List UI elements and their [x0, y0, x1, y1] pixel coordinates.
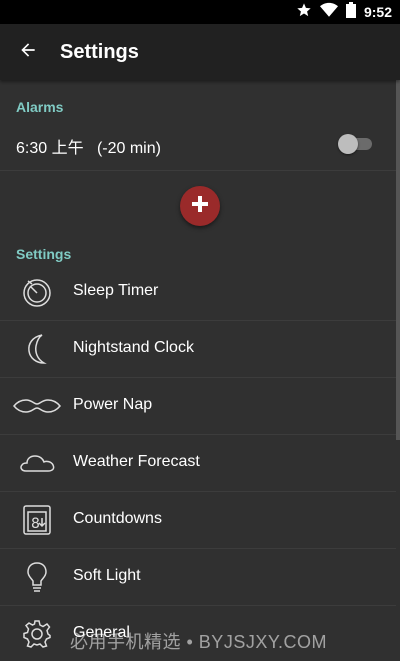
- setting-item-countdowns[interactable]: 8 Countdowns: [0, 492, 396, 549]
- plus-icon: [191, 195, 209, 218]
- setting-item-power-nap[interactable]: Power Nap: [0, 378, 396, 435]
- svg-text:8: 8: [31, 516, 40, 532]
- status-bar: 9:52: [0, 0, 400, 24]
- alarm-offset: (-20 min): [96, 140, 161, 157]
- alarm-label: 6:30 上午 (-20 min): [16, 134, 161, 158]
- alarms-section-header: Alarms: [16, 99, 64, 115]
- status-time: 9:52: [363, 4, 392, 20]
- sleep-timer-icon: [12, 272, 62, 312]
- setting-item-sleep-timer[interactable]: Sleep Timer: [0, 264, 396, 321]
- alarm-row[interactable]: 6:30 上午 (-20 min): [0, 118, 396, 171]
- page-title: Settings: [60, 41, 139, 63]
- sleep-mask-icon: [12, 386, 62, 426]
- settings-content: Alarms 6:30 上午 (-20 min) Settings Sleep …: [0, 80, 400, 661]
- add-alarm-button[interactable]: [180, 186, 220, 226]
- toggle-thumb: [338, 134, 358, 154]
- status-icons: 9:52: [296, 1, 392, 23]
- cloud-icon: [12, 443, 62, 483]
- arrow-back-icon: [18, 40, 38, 65]
- moon-icon: [12, 329, 62, 369]
- screen: 9:52 Settings Alarms 6:30 上午 (-20 min) S…: [0, 0, 400, 661]
- wifi-icon: [319, 2, 338, 23]
- scrollbar[interactable]: [396, 80, 400, 440]
- lightbulb-icon: [12, 557, 62, 597]
- alarm-toggle[interactable]: [338, 134, 374, 154]
- setting-label: Nightstand Clock: [73, 339, 194, 356]
- app-bar: Settings: [0, 24, 400, 80]
- battery-icon: [345, 1, 356, 23]
- settings-list: Sleep Timer Nightstand Clock Power Nap W…: [0, 264, 396, 661]
- setting-item-nightstand-clock[interactable]: Nightstand Clock: [0, 321, 396, 378]
- setting-label: Countdowns: [73, 510, 162, 527]
- countdown-icon: 8: [12, 500, 62, 540]
- setting-item-soft-light[interactable]: Soft Light: [0, 549, 396, 606]
- setting-label: Weather Forecast: [73, 453, 200, 470]
- setting-label: Soft Light: [73, 567, 141, 584]
- setting-label: Sleep Timer: [73, 282, 159, 299]
- settings-section-header: Settings: [16, 246, 72, 262]
- alarm-time: 6:30 上午: [16, 140, 84, 157]
- gear-icon: [12, 614, 62, 654]
- star-icon: [296, 2, 312, 23]
- setting-item-weather-forecast[interactable]: Weather Forecast: [0, 435, 396, 492]
- watermark: 必用手机精选 • BYJSJXY.COM: [70, 632, 328, 652]
- setting-label: Power Nap: [73, 396, 153, 413]
- back-button[interactable]: [12, 36, 44, 68]
